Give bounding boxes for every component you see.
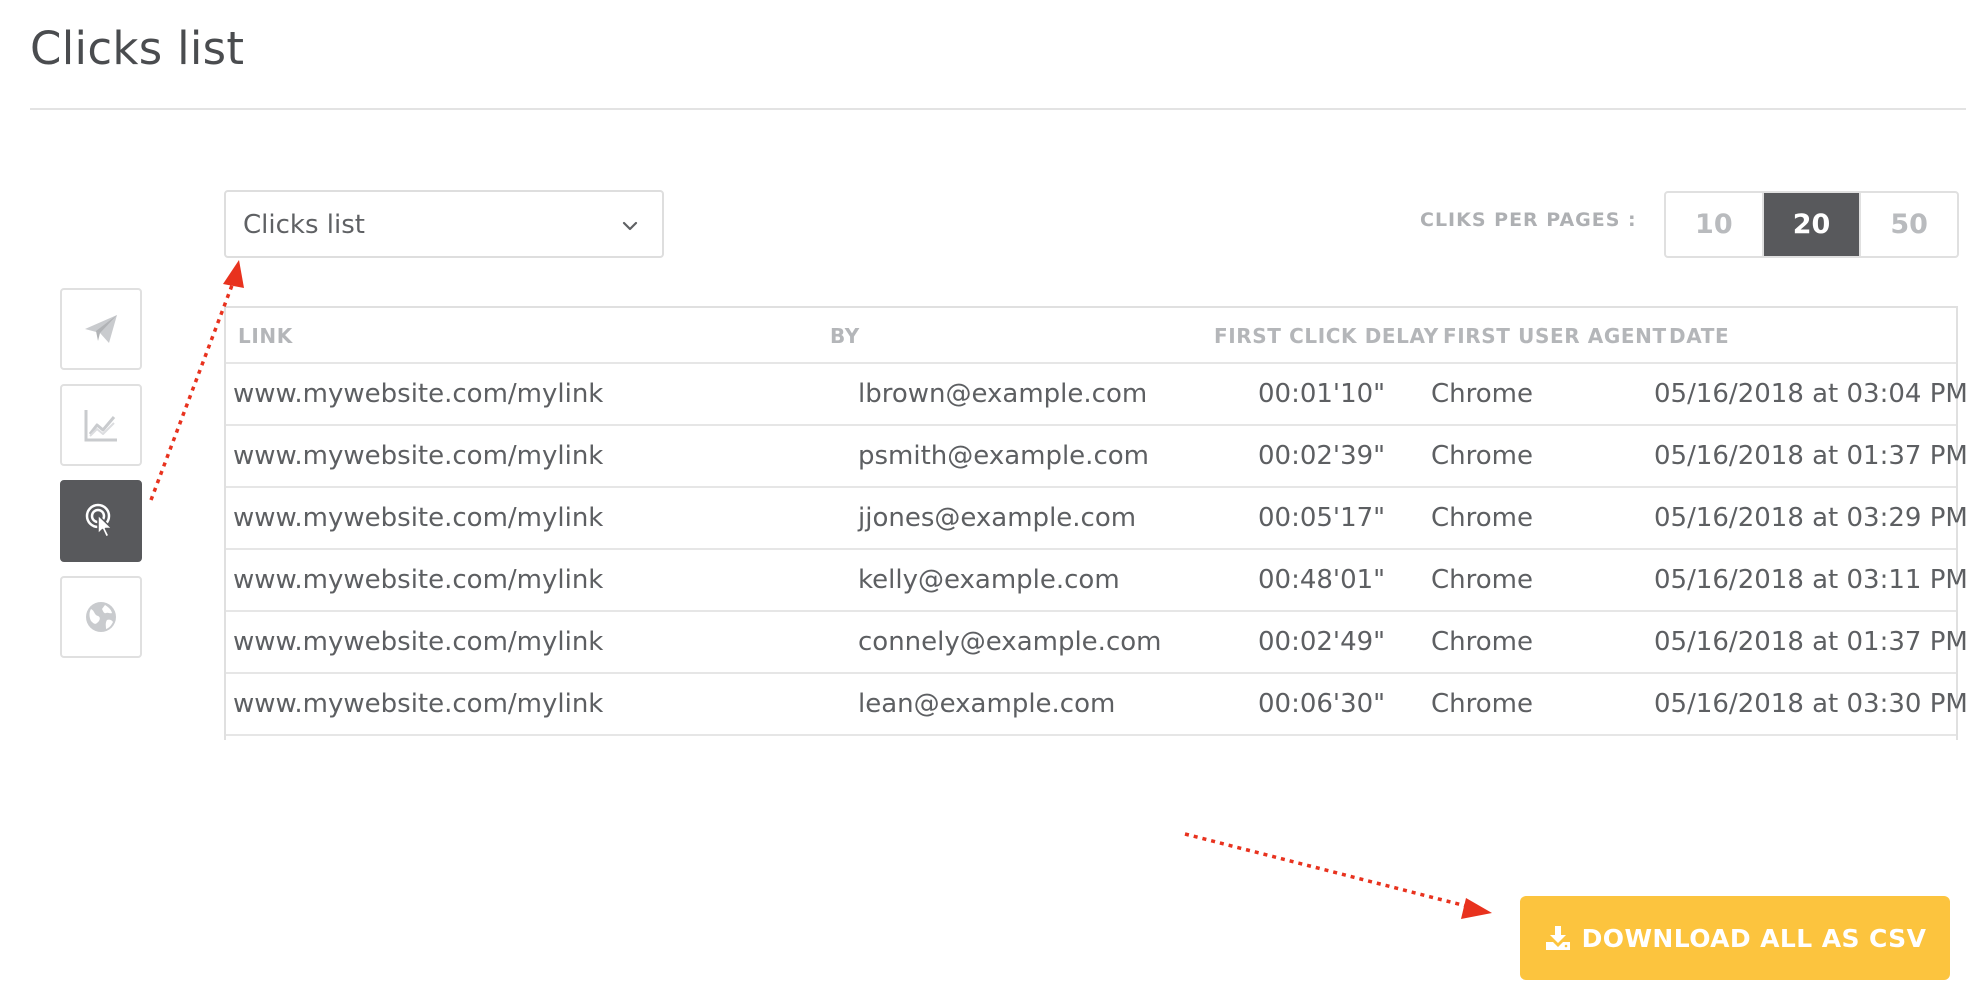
cell-agent: Chrome: [1431, 689, 1533, 719]
cell-agent: Chrome: [1431, 565, 1533, 595]
annotation-arrowhead-select: [223, 260, 244, 288]
cell-date: 05/16/2018 at 03:04 PM: [1654, 379, 1966, 409]
cell-date: 05/16/2018 at 03:29 PM: [1654, 503, 1966, 533]
table-header: LINK BY FIRST CLICK DELAY FIRST USER AGE…: [226, 308, 1956, 364]
table-row[interactable]: www.mywebsite.com/mylink jjones@example.…: [226, 488, 1966, 550]
table-row[interactable]: www.mywebsite.com/mylink connely@example…: [226, 612, 1966, 674]
rail-button-send[interactable]: [60, 288, 142, 370]
cell-by: jjones@example.com: [858, 503, 1137, 533]
table-row[interactable]: www.mywebsite.com/mylink lean@example.co…: [226, 674, 1966, 736]
cell-date: 05/16/2018 at 03:11 PM: [1654, 565, 1966, 595]
cell-by: lbrown@example.com: [858, 379, 1148, 409]
annotation-arrow-to-download: [1184, 832, 1471, 909]
page-title: Clicks list: [30, 22, 245, 75]
cell-date: 05/16/2018 at 03:30 PM: [1654, 689, 1966, 719]
cell-delay: 00:02'49": [1258, 627, 1386, 657]
per-page-selector: 10 20 50: [1664, 191, 1959, 258]
cell-link: www.mywebsite.com/mylink: [233, 689, 604, 719]
column-header-agent: FIRST USER AGENT: [1443, 324, 1667, 348]
per-page-label: CLIKS PER PAGES :: [1420, 209, 1637, 231]
paper-plane-icon: [85, 315, 117, 343]
view-select-value: Clicks list: [243, 210, 365, 240]
download-csv-label: DOWNLOAD ALL AS CSV: [1581, 923, 1927, 953]
table-row[interactable]: www.mywebsite.com/mylink psmith@example.…: [226, 426, 1966, 488]
rail-button-clicks[interactable]: [60, 480, 142, 562]
cell-delay: 00:05'17": [1258, 503, 1386, 533]
cell-link: www.mywebsite.com/mylink: [233, 441, 604, 471]
cell-delay: 00:48'01": [1258, 565, 1386, 595]
cell-delay: 00:01'10": [1258, 379, 1386, 409]
per-page-option-50[interactable]: 50: [1859, 193, 1957, 256]
download-icon: [1545, 926, 1570, 950]
globe-icon: [86, 602, 116, 632]
cell-delay: 00:02'39": [1258, 441, 1386, 471]
cell-by: kelly@example.com: [858, 565, 1120, 595]
table-row[interactable]: www.mywebsite.com/mylink kelly@example.c…: [226, 550, 1966, 612]
rail-button-stats[interactable]: [60, 384, 142, 466]
cell-delay: 00:06'30": [1258, 689, 1386, 719]
cell-agent: Chrome: [1431, 627, 1533, 657]
cell-link: www.mywebsite.com/mylink: [233, 627, 604, 657]
cell-date: 05/16/2018 at 01:37 PM: [1654, 441, 1966, 471]
cell-by: connely@example.com: [858, 627, 1162, 657]
title-divider: [30, 108, 1966, 110]
cell-link: www.mywebsite.com/mylink: [233, 379, 604, 409]
annotation-arrow-to-select: [149, 279, 236, 501]
chevron-down-icon: [622, 221, 638, 231]
cell-agent: Chrome: [1431, 503, 1533, 533]
clicks-table: LINK BY FIRST CLICK DELAY FIRST USER AGE…: [224, 306, 1966, 740]
cell-link: www.mywebsite.com/mylink: [233, 503, 604, 533]
column-header-link: LINK: [238, 324, 293, 348]
annotation-arrowhead-download: [1461, 898, 1492, 919]
cell-link: www.mywebsite.com/mylink: [233, 565, 604, 595]
table-row[interactable]: www.mywebsite.com/mylink lbrown@example.…: [226, 364, 1966, 426]
per-page-option-10[interactable]: 10: [1666, 193, 1762, 256]
cell-agent: Chrome: [1431, 379, 1533, 409]
pointer-click-icon: [85, 503, 113, 538]
per-page-option-20[interactable]: 20: [1761, 193, 1860, 256]
view-select[interactable]: Clicks list: [224, 190, 664, 258]
column-header-date: DATE: [1669, 324, 1730, 348]
column-header-delay: FIRST CLICK DELAY: [1214, 324, 1439, 348]
download-csv-button[interactable]: DOWNLOAD ALL AS CSV: [1520, 896, 1950, 980]
cell-date: 05/16/2018 at 01:37 PM: [1654, 627, 1966, 657]
cell-by: psmith@example.com: [858, 441, 1149, 471]
cell-by: lean@example.com: [858, 689, 1116, 719]
rail-button-geo[interactable]: [60, 576, 142, 658]
cell-agent: Chrome: [1431, 441, 1533, 471]
column-header-by: BY: [830, 324, 860, 348]
line-chart-icon: [84, 410, 117, 442]
